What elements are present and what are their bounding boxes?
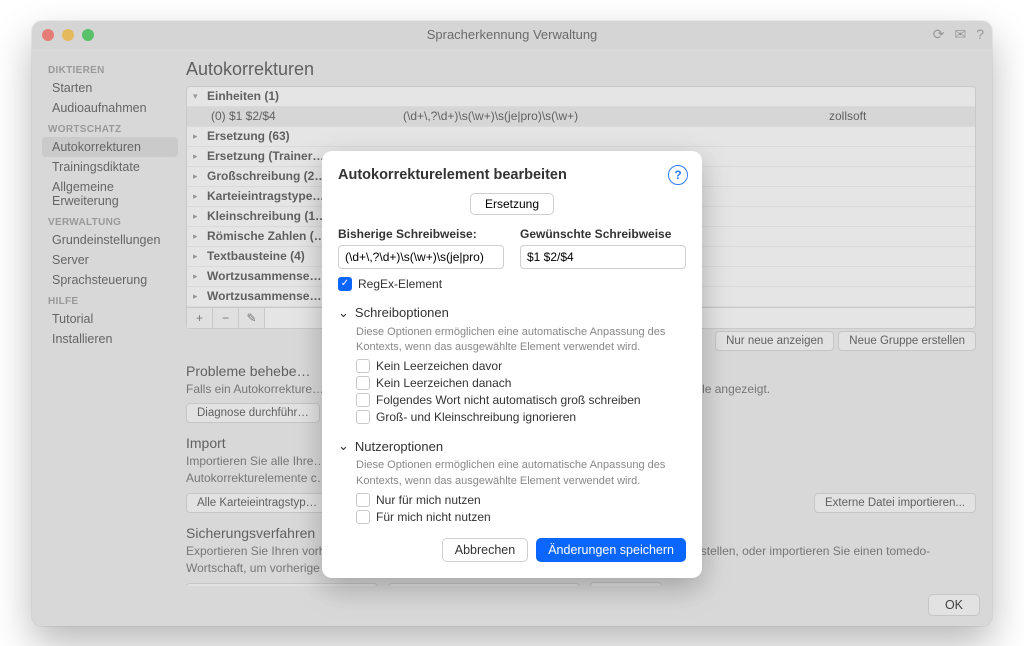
save-button[interactable]: Änderungen speichern — [536, 538, 686, 562]
sidebar-item-allgemein[interactable]: Allgemeine Erweiterung — [42, 177, 178, 211]
ok-button[interactable]: OK — [928, 594, 980, 616]
sidebar-item-install[interactable]: Installieren — [42, 329, 178, 349]
sidebar-group: DIKTIEREN — [38, 59, 182, 78]
disclosure-user[interactable]: ⌄Nutzeroptionen — [338, 438, 686, 454]
window-title: Spracherkennung Verwaltung — [32, 27, 992, 42]
chevron-right-icon: ▸ — [193, 211, 205, 222]
add-button[interactable]: + — [187, 308, 213, 328]
tree-group[interactable]: ▾Einheiten (1) — [187, 87, 975, 107]
sync-icon[interactable]: ⟳ — [933, 26, 945, 43]
checkbox[interactable] — [356, 359, 370, 373]
help-icon[interactable]: ? — [976, 26, 984, 43]
dialog-help-icon[interactable]: ? — [668, 165, 688, 185]
checkbox-regex[interactable]: ✓ — [338, 277, 352, 291]
tree-item[interactable]: (0) $1 $2/$4 (\d+\,?\d+)\s(\w+)\s(je|pro… — [187, 107, 975, 127]
chevron-right-icon: ▸ — [193, 291, 205, 302]
sidebar-item-sprach[interactable]: Sprachsteuerung — [42, 270, 178, 290]
titlebar: Spracherkennung Verwaltung ⟳ ✉ ? — [32, 21, 992, 49]
edit-button[interactable]: ✎ — [239, 308, 265, 328]
cell-result: (0) $1 $2/$4 — [193, 109, 403, 123]
chevron-down-icon: ▾ — [193, 91, 205, 102]
sidebar-item-starten[interactable]: Starten — [42, 78, 178, 98]
hint-user: Diese Optionen ermöglichen eine automati… — [356, 458, 686, 489]
label-new: Gewünschte Schreibweise — [520, 227, 686, 241]
import-button[interactable]: tomedo-Wortschatz importieren... — [388, 583, 580, 586]
checkbox[interactable] — [356, 493, 370, 507]
sidebar-item-autokorrekturen[interactable]: Autokorrekturen — [42, 137, 178, 157]
chevron-right-icon: ▸ — [193, 271, 205, 282]
sidebar-group: HILFE — [38, 290, 182, 309]
diagnose-button[interactable]: Diagnose durchführ… — [186, 403, 320, 423]
import-external-button[interactable]: Externe Datei importieren... — [814, 493, 976, 513]
disclosure-write[interactable]: ⌄Schreiboptionen — [338, 305, 686, 321]
sidebar-item-training[interactable]: Trainingsdiktate — [42, 157, 178, 177]
mail-icon[interactable]: ✉ — [954, 26, 966, 43]
tab-ersetzung[interactable]: Ersetzung — [470, 193, 554, 215]
checkbox[interactable] — [356, 376, 370, 390]
checkbox[interactable] — [356, 410, 370, 424]
chevron-right-icon: ▸ — [193, 151, 205, 162]
label-old: Bisherige Schreibweise: — [338, 227, 504, 241]
label-regex: RegEx-Element — [358, 277, 442, 291]
new-group-button[interactable]: Neue Gruppe erstellen — [838, 331, 976, 351]
chevron-right-icon: ▸ — [193, 131, 205, 142]
tree-group[interactable]: ▸Ersetzung (63) — [187, 127, 975, 147]
chevron-right-icon: ▸ — [193, 251, 205, 262]
cell-pattern: (\d+\,?\d+)\s(\w+)\s(je|pro)\s(\w+) — [403, 109, 829, 123]
dialog-title: Autokorrekturelement bearbeiten — [338, 167, 686, 183]
remove-button[interactable]: − — [213, 308, 239, 328]
input-old[interactable] — [338, 245, 504, 269]
edit-dialog: ? Autokorrekturelement bearbeiten Ersetz… — [322, 151, 702, 579]
input-new[interactable] — [520, 245, 686, 269]
sidebar-item-grund[interactable]: Grundeinstellungen — [42, 230, 178, 250]
upload-button[interactable]: Upload — [590, 582, 662, 585]
checkbox[interactable] — [356, 393, 370, 407]
page-title: Autokorrekturen — [186, 59, 976, 80]
app-window: Spracherkennung Verwaltung ⟳ ✉ ? DIKTIER… — [32, 21, 992, 626]
cancel-button[interactable]: Abbrechen — [442, 538, 528, 562]
sidebar-group: VERWALTUNG — [38, 211, 182, 230]
sidebar-item-audio[interactable]: Audioaufnahmen — [42, 98, 178, 118]
import-karteitypes-button[interactable]: Alle Karteieintragstyp… — [186, 493, 328, 513]
chevron-right-icon: ▸ — [193, 231, 205, 242]
sidebar-item-tutorial[interactable]: Tutorial — [42, 309, 178, 329]
sidebar: DIKTIEREN Starten Audioaufnahmen WORTSCH… — [32, 49, 182, 586]
sidebar-group: WORTSCHATZ — [38, 118, 182, 137]
chevron-down-icon: ⌄ — [338, 438, 349, 454]
chevron-right-icon: ▸ — [193, 171, 205, 182]
sidebar-item-server[interactable]: Server — [42, 250, 178, 270]
chevron-right-icon: ▸ — [193, 191, 205, 202]
checkbox[interactable] — [356, 510, 370, 524]
cell-owner: zollsoft — [829, 109, 969, 123]
export-button[interactable]: tomedo-Wortschatz exportieren... — [186, 583, 378, 586]
chevron-down-icon: ⌄ — [338, 305, 349, 321]
hint-write: Diese Optionen ermöglichen eine automati… — [356, 325, 686, 356]
only-new-button[interactable]: Nur neue anzeigen — [715, 331, 834, 351]
